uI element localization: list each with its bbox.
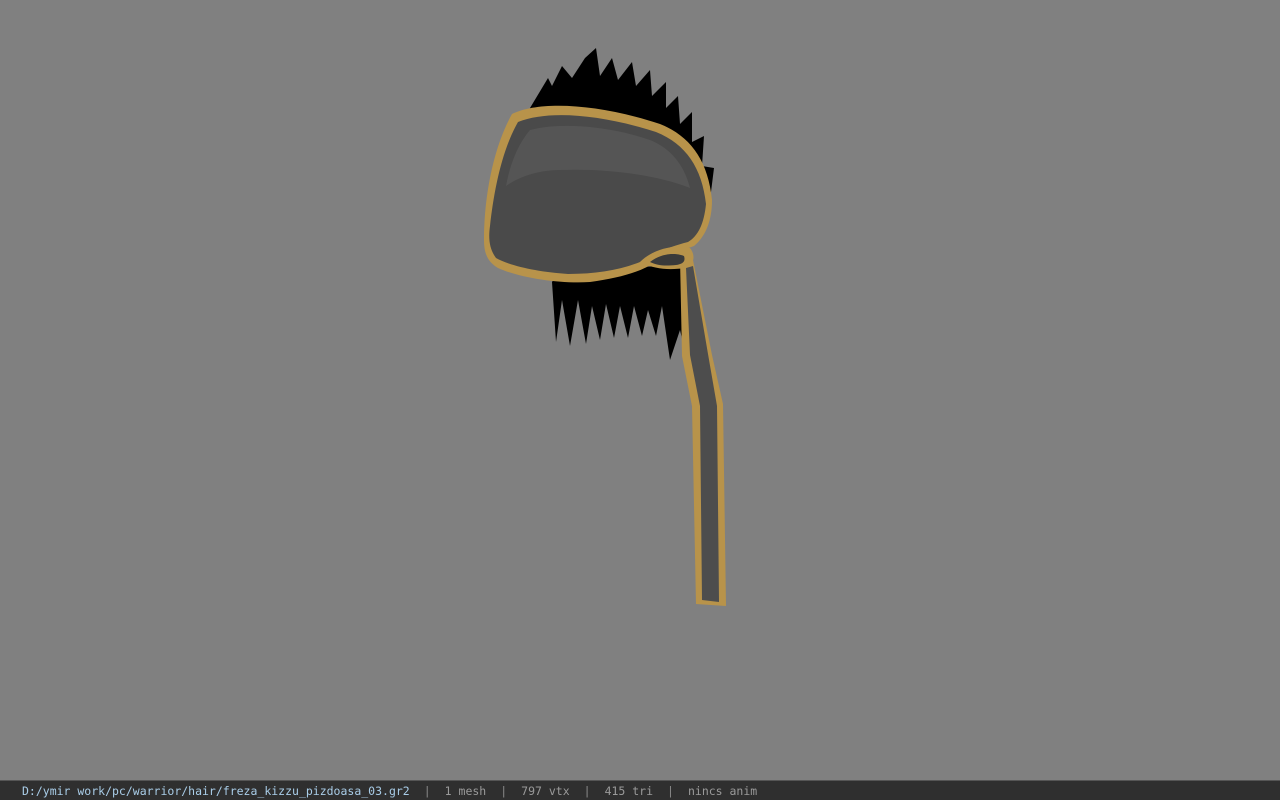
mesh-count: 1 mesh — [444, 783, 487, 798]
status-bar: D:/ymir work/pc/warrior/hair/freza_kizzu… — [0, 780, 1280, 800]
3d-viewport[interactable] — [0, 0, 1280, 780]
separator: | — [500, 783, 508, 798]
hair-model-render — [484, 48, 726, 606]
separator: | — [667, 783, 674, 798]
file-path: D:/ymir work/pc/warrior/hair/freza_kizzu… — [22, 783, 410, 798]
triangle-count: 415 tri — [604, 783, 654, 798]
animation-info: nincs anim — [687, 783, 758, 798]
separator: | — [583, 783, 591, 798]
vertex-count: 797 vtx — [521, 783, 570, 798]
separator: | — [423, 783, 431, 798]
